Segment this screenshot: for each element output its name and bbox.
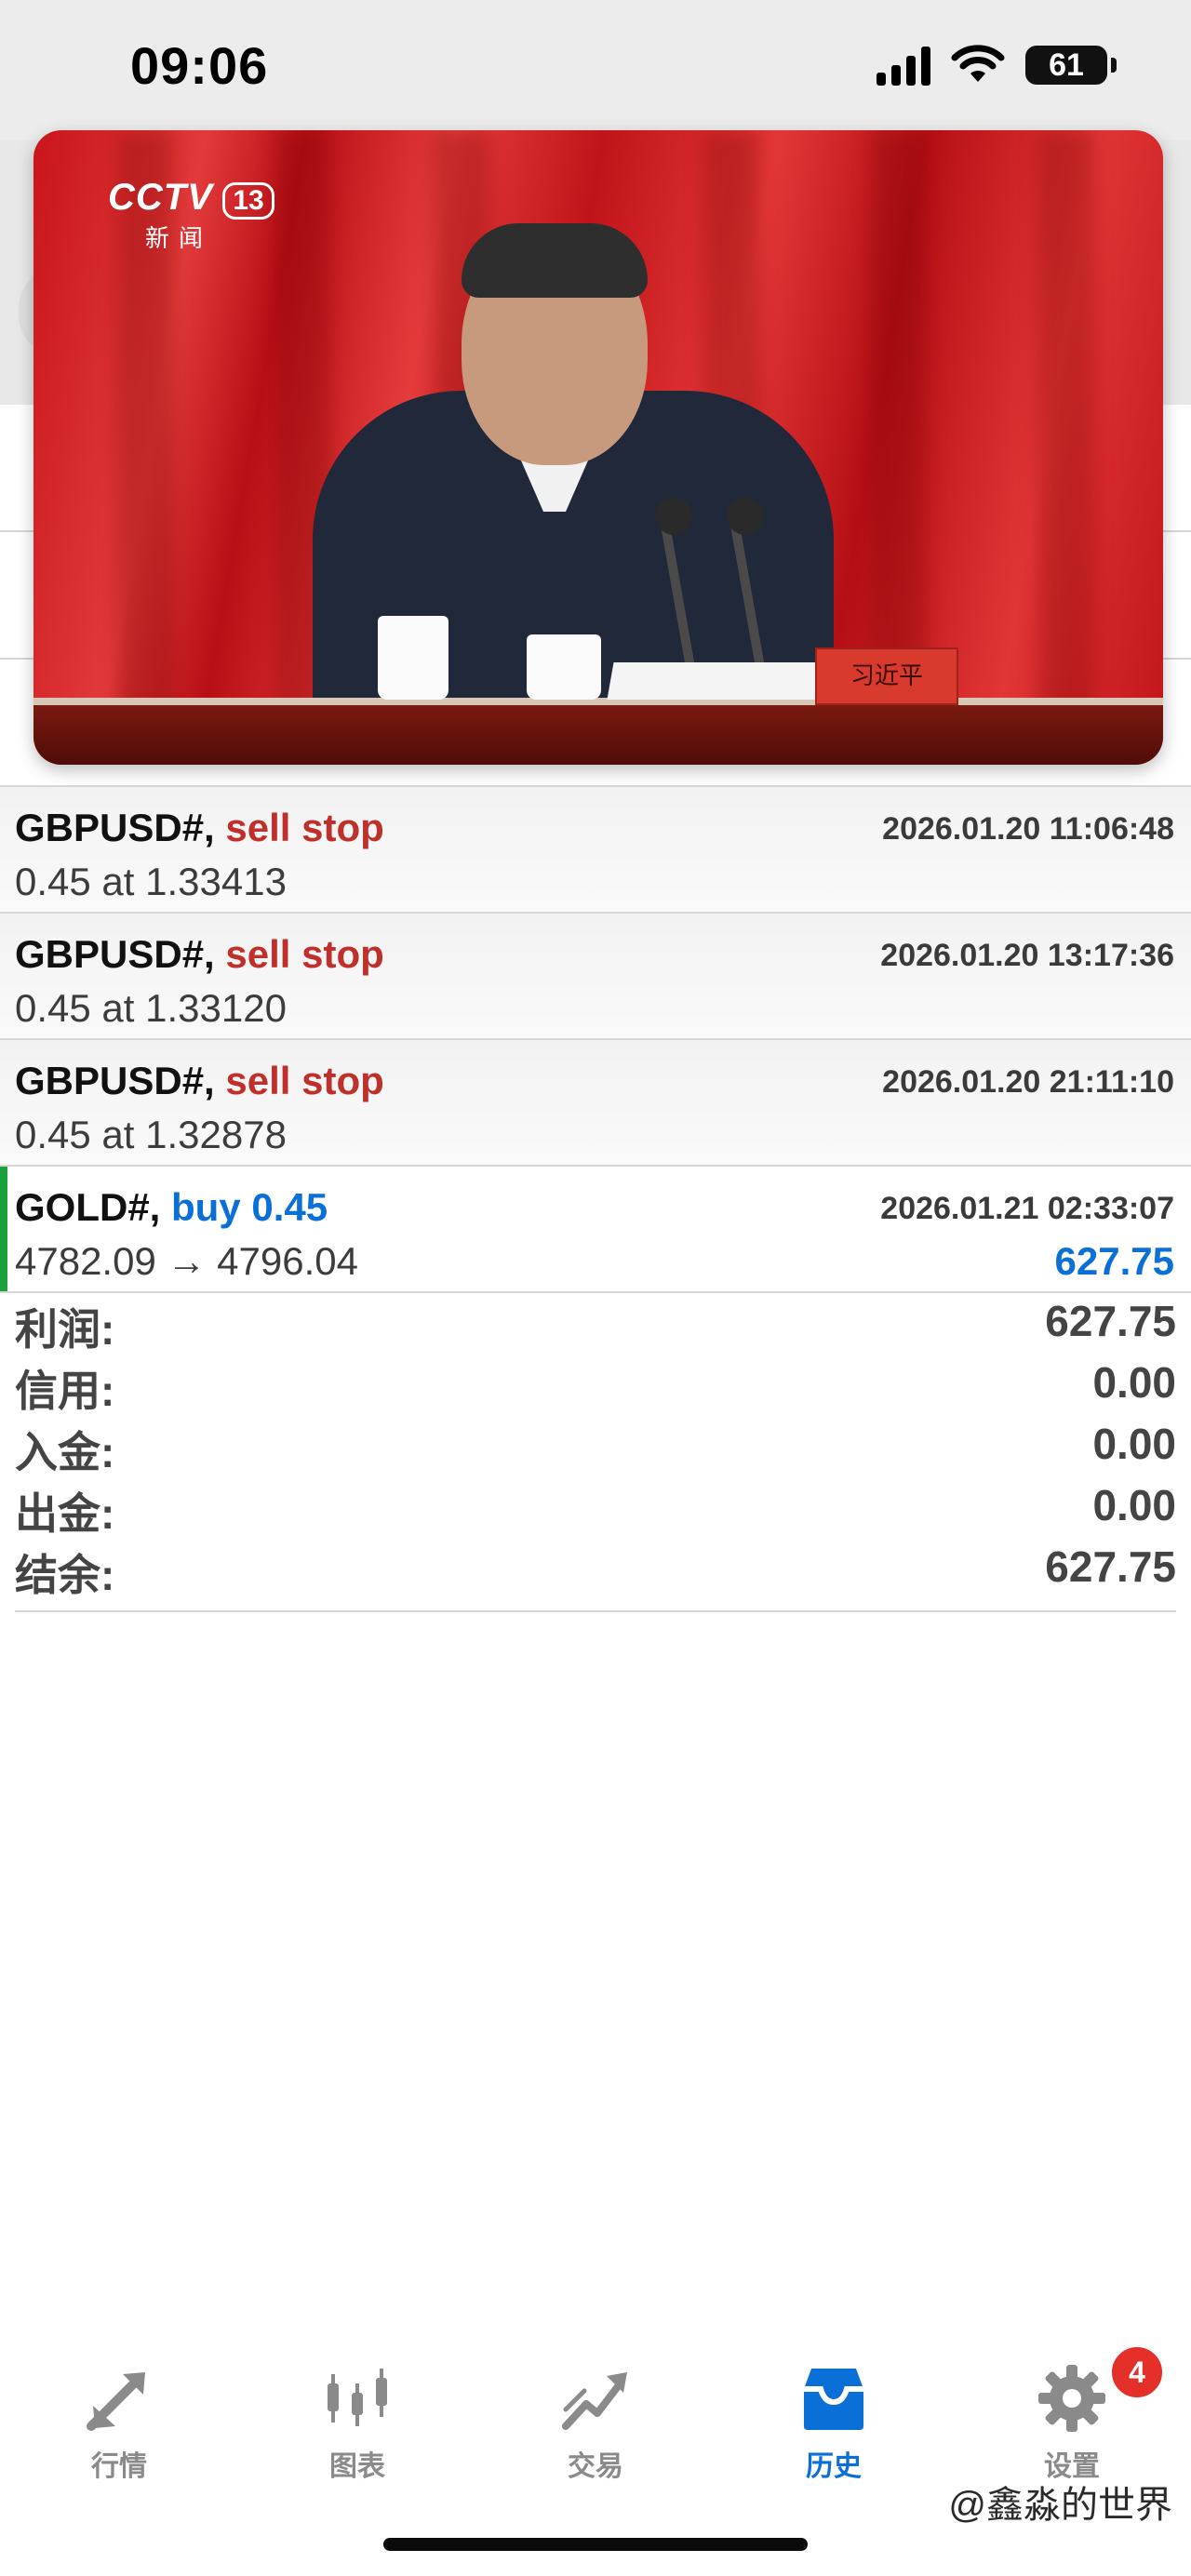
summary-label: 利润:: [15, 1305, 115, 1354]
order-symbol: GOLD#, buy 0.45: [15, 1185, 328, 1229]
microphone-head: [655, 498, 692, 535]
desk: [33, 705, 1163, 765]
microphone-head: [727, 498, 764, 535]
summary-withdrawal: 出金: 0.00: [15, 1473, 1176, 1538]
home-indicator[interactable]: [383, 2538, 808, 2551]
order-date: 2026.01.20 13:17:36: [880, 938, 1174, 973]
order-type: sell stop: [225, 806, 384, 849]
channel-name: CCTV: [108, 177, 213, 218]
status-icons: 61: [877, 45, 1117, 86]
watermark: @鑫淼的世界: [948, 2485, 1172, 2526]
table-row[interactable]: GBPUSD#, sell stop 2026.01.20 21:11:10 0…: [0, 1040, 1191, 1167]
order-date: 2026.01.21 02:33:07: [880, 1191, 1174, 1226]
summary-value: 0.00: [1092, 1481, 1176, 1529]
order-symbol: GBPUSD#, sell stop: [15, 1059, 384, 1102]
summary-label: 入金:: [15, 1428, 115, 1476]
tab-settings[interactable]: 设置 4: [953, 2344, 1191, 2493]
tab-charts[interactable]: 图表: [238, 2344, 476, 2493]
channel-logo: CCTV 13 新闻: [108, 177, 274, 254]
table-row[interactable]: GOLD#, buy 0.45 2026.01.21 02:33:07 4782…: [0, 1167, 1191, 1293]
order-symbol: GBPUSD#, sell stop: [15, 932, 384, 976]
summary-value: 627.75: [1045, 1542, 1176, 1591]
tea-cup: [527, 634, 601, 700]
order-detail: 0.45 at 1.33120: [15, 986, 287, 1030]
summary-value: 0.00: [1092, 1358, 1176, 1407]
papers: [607, 662, 837, 700]
wifi-icon: [951, 45, 1005, 82]
curtain-fold: [1038, 130, 1094, 765]
summary-balance: 结余: 627.75: [15, 1534, 1176, 1599]
account-summary: 利润: 627.75 信用: 0.00 入金: 0.00 出金: 0.00 结余…: [15, 1288, 1176, 1612]
gear-icon: [1038, 2365, 1105, 2432]
cellular-signal-icon: [877, 45, 930, 86]
tab-label: 行情: [91, 2451, 147, 2482]
order-type: sell stop: [225, 932, 384, 976]
order-symbol: GBPUSD#, sell stop: [15, 806, 384, 849]
tea-cup: [378, 616, 448, 700]
status-bar: 09:06 61: [0, 0, 1191, 140]
summary-label: 信用:: [15, 1367, 115, 1415]
tab-label: 历史: [806, 2451, 862, 2482]
order-detail: 0.45 at 1.32878: [15, 1113, 287, 1156]
table-row[interactable]: GBPUSD#, sell stop 2026.01.20 11:06:48 0…: [0, 787, 1191, 914]
quotes-arrows-icon: [87, 2372, 145, 2431]
order-profit: 627.75: [1054, 1239, 1174, 1283]
order-type: buy 0.45: [171, 1185, 328, 1229]
tab-label: 交易: [568, 2451, 623, 2482]
speaker-hair: [462, 223, 648, 298]
trade-trend-icon: [562, 2372, 627, 2430]
summary-credit: 信用: 0.00: [15, 1350, 1176, 1415]
table-row[interactable]: GBPUSD#, sell stop 2026.01.20 13:17:36 0…: [0, 914, 1191, 1040]
status-time: 09:06: [130, 36, 269, 95]
tab-quotes[interactable]: 行情: [0, 2344, 238, 2493]
battery-icon: 61: [1025, 46, 1117, 85]
summary-profit: 利润: 627.75: [15, 1288, 1176, 1354]
tab-bar: 行情 图表 交易 历史 设置 4: [0, 2344, 1191, 2493]
nameplate: 习近平: [815, 647, 958, 705]
notification-badge: 4: [1109, 2344, 1165, 2400]
summary-deposit: 入金: 0.00: [15, 1411, 1176, 1476]
order-type: sell stop: [225, 1059, 384, 1102]
summary-value: 627.75: [1045, 1297, 1176, 1345]
tab-label: 图表: [329, 2451, 385, 2482]
channel-subtitle: 新闻: [145, 224, 213, 252]
order-date: 2026.01.20 21:11:10: [882, 1064, 1174, 1100]
tab-trade[interactable]: 交易: [476, 2344, 715, 2493]
order-detail: 4782.09 → 4796.04: [15, 1239, 358, 1283]
channel-number: 13: [222, 182, 274, 220]
order-date: 2026.01.20 11:06:48: [882, 811, 1174, 847]
summary-label: 出金:: [15, 1489, 115, 1538]
summary-label: 结余:: [15, 1551, 115, 1599]
pip-video-overlay[interactable]: CCTV 13 新闻 习近平: [33, 130, 1163, 765]
candlestick-chart-icon: [328, 2369, 387, 2426]
history-inbox-icon: [804, 2369, 863, 2430]
order-detail: 0.45 at 1.33413: [15, 860, 287, 903]
summary-value: 0.00: [1092, 1420, 1176, 1468]
tab-history[interactable]: 历史: [715, 2344, 953, 2493]
